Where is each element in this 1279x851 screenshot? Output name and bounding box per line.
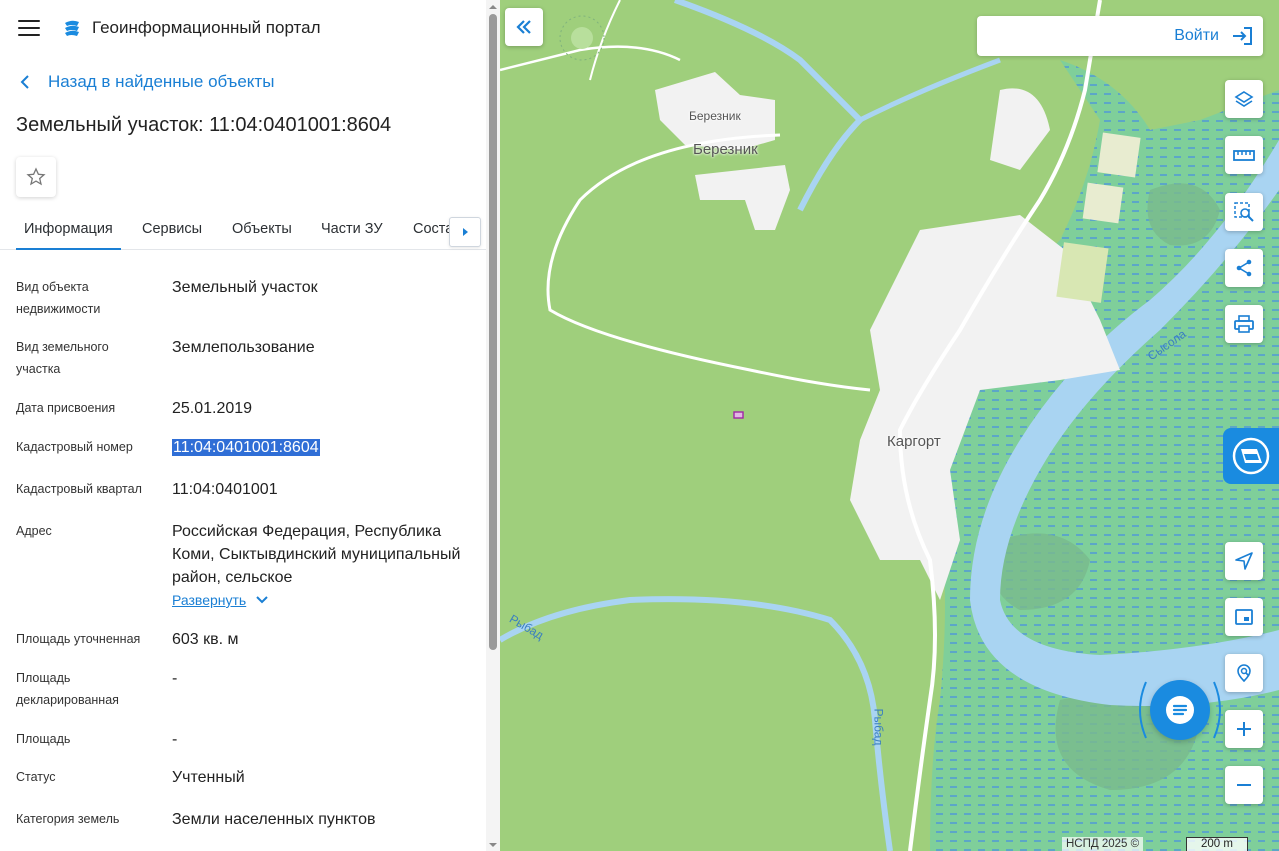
expand-label: Развернуть xyxy=(172,592,247,608)
property-label: Вид объекта недвижимости xyxy=(16,280,101,316)
map-scale: 200 m xyxy=(1186,837,1248,851)
share-icon xyxy=(1236,259,1252,277)
property-label: Дата присвоения xyxy=(16,401,116,415)
geo-search-icon xyxy=(1237,664,1251,683)
map-label-bereznik: Березник xyxy=(693,141,758,158)
property-label: Кадастровый квартал xyxy=(16,482,142,496)
ruler-button[interactable] xyxy=(1225,136,1263,174)
selected-text: 11:04:0401001:8604 xyxy=(172,439,320,456)
double-chevron-left-icon xyxy=(516,20,531,34)
property-label: Площадь xyxy=(16,732,71,746)
property-value: Учтенный xyxy=(172,769,245,786)
tab-composition[interactable]: Соста xyxy=(413,208,453,250)
locate-icon xyxy=(1235,552,1253,570)
caret-right-icon xyxy=(463,228,468,236)
page-title: Земельный участок: 11:04:0401001:8604 xyxy=(16,114,392,136)
tab-services[interactable]: Сервисы xyxy=(142,208,202,250)
tab-bar: Информация Сервисы Объекты Части ЗУ Сост… xyxy=(0,208,486,250)
login-icon xyxy=(1233,27,1252,45)
layers-button[interactable] xyxy=(1225,80,1263,118)
property-label: Вид земельного участка xyxy=(16,340,109,376)
address-value: Российская Федерация, Республика Коми, С… xyxy=(172,523,461,586)
portal-logo-icon xyxy=(65,20,79,36)
property-label: Площадь декларированная xyxy=(16,671,119,707)
zoom-in-button[interactable] xyxy=(1225,710,1263,748)
zoom-out-button[interactable] xyxy=(1225,766,1263,804)
tabs-scroll-right-button[interactable] xyxy=(449,217,481,247)
property-value: - xyxy=(172,731,178,748)
scrollbar-thumb[interactable] xyxy=(489,14,497,650)
chat-pulse-icon xyxy=(1139,681,1221,739)
property-label: Категория земель xyxy=(16,812,120,826)
zoom-out-icon xyxy=(1237,784,1251,786)
property-value: Земли населенных пунктов xyxy=(172,811,376,828)
tab-parts[interactable]: Части ЗУ xyxy=(321,208,383,250)
area-search-button[interactable] xyxy=(1225,193,1263,231)
tab-objects[interactable]: Объекты xyxy=(232,208,292,250)
map-label-kargort: Каргорт xyxy=(887,433,941,450)
nspd-logo-icon xyxy=(1232,437,1270,475)
property-value: 11:04:0401001 xyxy=(172,481,278,498)
property-value: Землепользование xyxy=(172,339,315,356)
locate-button[interactable] xyxy=(1225,542,1263,580)
property-label: Адрес xyxy=(16,524,52,538)
panel-scrollbar[interactable] xyxy=(486,0,500,851)
nspd-service-button[interactable] xyxy=(1223,428,1279,484)
zoom-in-icon xyxy=(1237,722,1251,736)
property-value: - xyxy=(172,670,178,687)
info-panel: Геоинформационный портал Назад в найденн… xyxy=(0,0,500,851)
property-value: 25.01.2019 xyxy=(172,400,253,417)
panel-header: Геоинформационный портал xyxy=(0,0,486,56)
menu-icon[interactable] xyxy=(18,20,40,36)
back-link-label: Назад в найденные объекты xyxy=(48,72,275,91)
expand-address-link[interactable]: Развернуть xyxy=(172,592,268,608)
collapse-panel-button[interactable] xyxy=(505,8,543,46)
property-value: 603 кв. м xyxy=(172,631,239,648)
map-attribution: НСПД 2025 © xyxy=(1062,837,1144,851)
back-to-results-link[interactable]: Назад в найденные объекты xyxy=(20,72,274,92)
geo-search-button[interactable] xyxy=(1225,654,1263,692)
favorite-button[interactable] xyxy=(16,157,56,197)
minimap-button[interactable] xyxy=(1225,598,1263,636)
cadastral-number-value[interactable]: 11:04:0401001:8604 xyxy=(172,436,472,459)
login-label: Войти xyxy=(1174,27,1219,44)
print-button[interactable] xyxy=(1225,305,1263,343)
river-label-rybad: Рыбад xyxy=(871,708,886,746)
print-icon xyxy=(1234,315,1254,333)
layers-icon xyxy=(1234,91,1254,107)
chevron-left-icon xyxy=(20,75,29,89)
share-button[interactable] xyxy=(1225,249,1263,287)
scroll-up-icon[interactable] xyxy=(489,3,497,11)
map-label-bereznik-small: Березник xyxy=(689,109,741,123)
area-search-icon xyxy=(1234,202,1254,222)
app-title: Геоинформационный портал xyxy=(92,18,321,37)
tab-information[interactable]: Информация xyxy=(16,208,121,250)
scroll-down-icon[interactable] xyxy=(489,841,497,849)
minimap-icon xyxy=(1235,609,1253,625)
property-label: Кадастровый номер xyxy=(16,440,133,454)
star-icon xyxy=(26,167,46,186)
property-label: Статус xyxy=(16,770,56,784)
chevron-down-icon xyxy=(256,596,268,604)
property-value: Земельный участок xyxy=(172,279,318,296)
login-button[interactable]: Войти xyxy=(977,16,1263,56)
property-label: Площадь уточненная xyxy=(16,632,141,646)
ruler-icon xyxy=(1233,150,1255,161)
